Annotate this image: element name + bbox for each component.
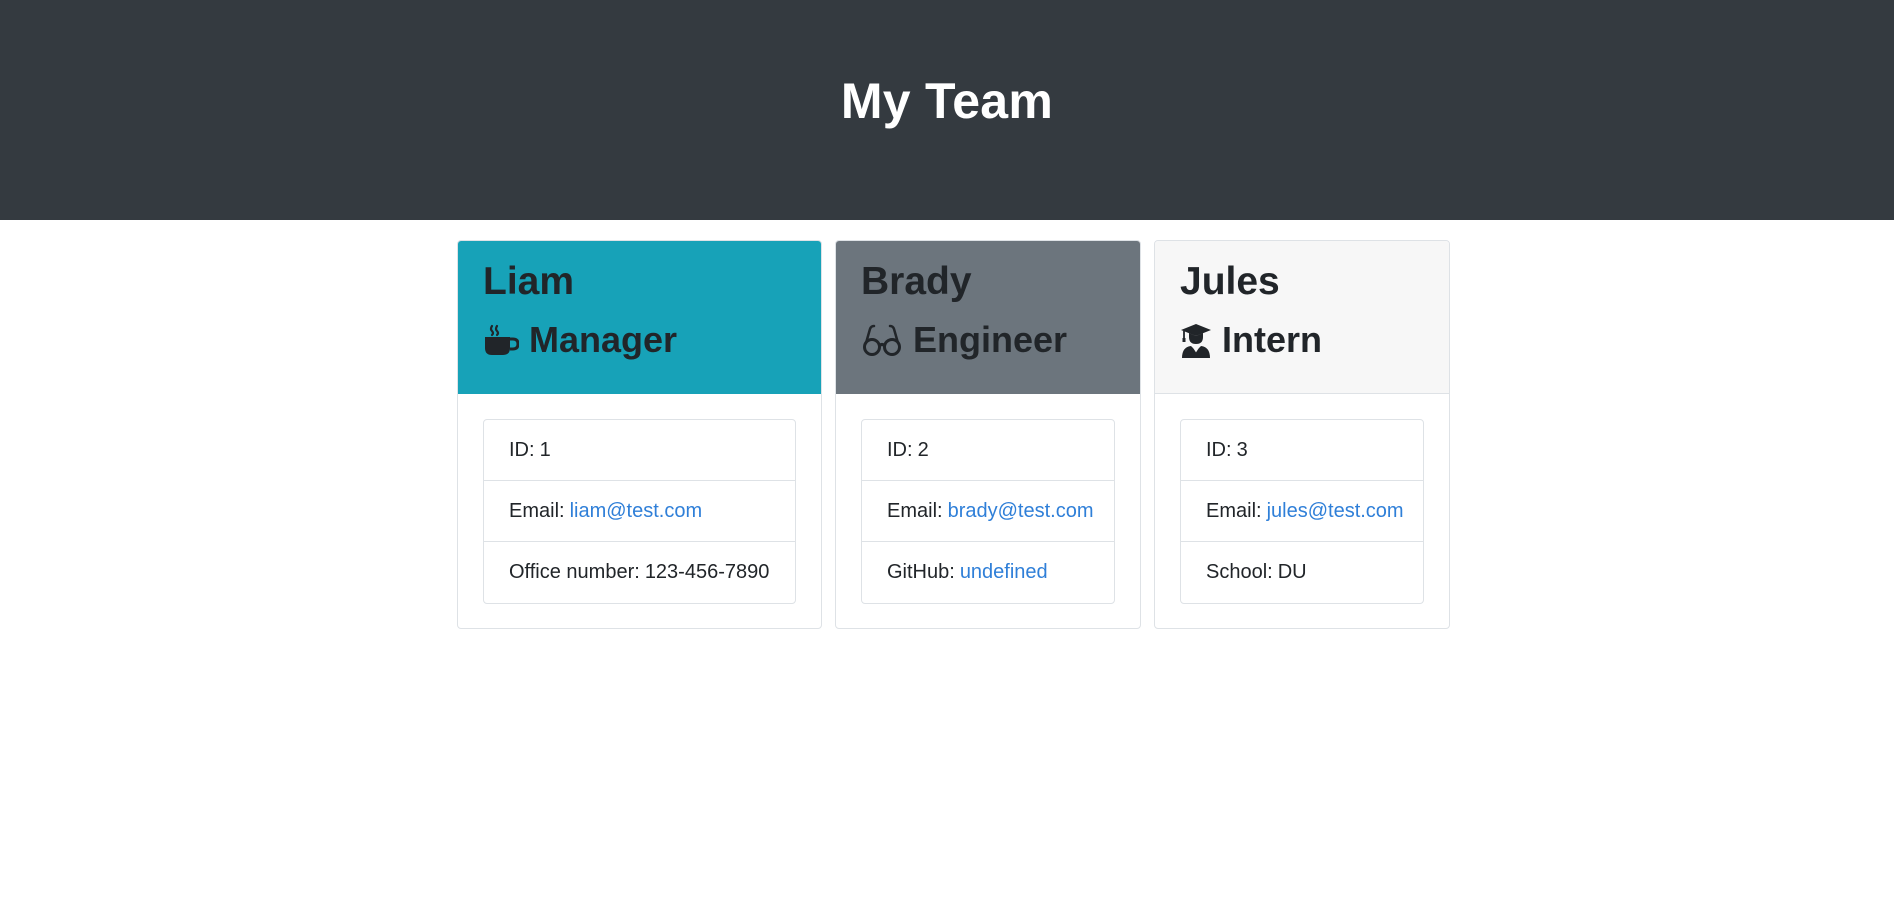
employee-name: Brady (861, 260, 972, 303)
email-label: Email: (509, 499, 565, 522)
employee-name: Liam (483, 260, 575, 303)
employee-id-row: ID: 1 (484, 420, 795, 481)
school-row: School: DU (1181, 542, 1423, 603)
team-cards: Liam Manager ID: 1 Email: liam@test.com … (0, 220, 1894, 913)
employee-role-label: Engineer (913, 319, 1068, 360)
employee-id-row: ID: 2 (862, 420, 1114, 481)
card-header: Liam Manager (458, 241, 821, 394)
coffee-mug-icon (483, 322, 519, 358)
id-value: 1 (539, 438, 551, 461)
card-header: Jules Intern (1155, 241, 1449, 394)
employee-name: Jules (1180, 260, 1280, 303)
employee-email-row: Email: brady@test.com (862, 481, 1114, 542)
office-number-value: 123-456-7890 (644, 561, 770, 583)
email-link[interactable]: brady@test.com (948, 500, 1094, 523)
school-label: School: (1206, 561, 1273, 583)
employee-role: Engineer (861, 318, 1115, 362)
card-body: ID: 2 Email: brady@test.com GitHub: unde… (836, 394, 1140, 628)
card-body: ID: 3 Email: jules@test.com School: DU (1155, 394, 1449, 628)
page-header: My Team (0, 0, 1894, 220)
employee-details: ID: 2 Email: brady@test.com GitHub: unde… (861, 419, 1115, 604)
id-label: ID: (887, 438, 913, 461)
employee-details: ID: 1 Email: liam@test.com Office number… (483, 419, 796, 604)
office-number-row: Office number: 123-456-7890 (484, 542, 795, 603)
employee-email-row: Email: jules@test.com (1181, 481, 1423, 542)
employee-details: ID: 3 Email: jules@test.com School: DU (1180, 419, 1424, 604)
github-row: GitHub: undefined (862, 542, 1114, 603)
glasses-icon (861, 322, 903, 358)
email-label: Email: (1206, 499, 1262, 522)
id-label: ID: (1206, 438, 1232, 461)
employee-id-row: ID: 3 (1181, 420, 1423, 481)
employee-role-label: Intern (1222, 319, 1323, 360)
employee-card-manager: Liam Manager ID: 1 Email: liam@test.com … (457, 240, 822, 629)
employee-role: Intern (1180, 318, 1424, 362)
graduate-icon (1180, 322, 1212, 358)
email-link[interactable]: jules@test.com (1267, 500, 1404, 523)
id-label: ID: (509, 438, 535, 461)
page-title: My Team (840, 73, 1054, 129)
school-value: DU (1277, 561, 1307, 583)
card-header: Brady Engineer (836, 241, 1140, 394)
employee-email-row: Email: liam@test.com (484, 481, 795, 542)
email-label: Email: (887, 499, 943, 522)
office-number-label: Office number: (509, 561, 640, 583)
employee-card-intern: Jules Intern ID: 3 Email: jules@test.com… (1154, 240, 1450, 629)
github-label: GitHub: (887, 561, 955, 583)
employee-role-label: Manager (529, 319, 678, 360)
email-link[interactable]: liam@test.com (570, 500, 703, 523)
card-body: ID: 1 Email: liam@test.com Office number… (458, 394, 821, 628)
id-value: 2 (917, 438, 929, 461)
employee-role: Manager (483, 318, 796, 362)
github-link[interactable]: undefined (960, 561, 1048, 584)
id-value: 3 (1236, 438, 1248, 461)
employee-card-engineer: Brady Engineer ID: 2 Email: brady@test.c… (835, 240, 1141, 629)
